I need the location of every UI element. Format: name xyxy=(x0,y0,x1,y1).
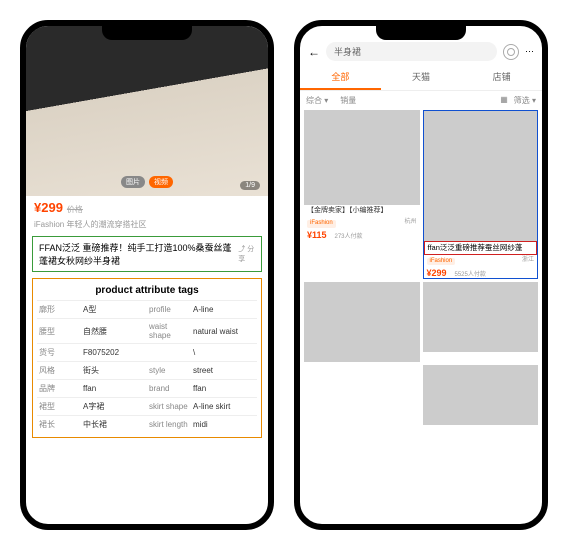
notch xyxy=(102,26,192,40)
result-card-highlighted[interactable]: ffan泛泛重磅推荐蚕丝网纱蓬 iFashion 浙江 ¥299 5525人付款 xyxy=(423,110,539,279)
filter-button[interactable]: 筛选 ▾ xyxy=(514,95,536,106)
attribute-row: 货号F8075202\ xyxy=(37,344,257,362)
result-card[interactable] xyxy=(423,365,539,425)
share-button[interactable]: ⤴ 分享 xyxy=(238,244,255,264)
image-counter: 1/9 xyxy=(240,181,260,190)
ifashion-badge: iFashion xyxy=(307,220,336,227)
card-image xyxy=(304,110,420,205)
attribute-row: 廓形A型profileA-line xyxy=(37,301,257,319)
card-location: 杭州 xyxy=(404,219,416,226)
card-image xyxy=(424,111,538,241)
price-row: ¥299 价格 xyxy=(26,196,268,219)
tab-all[interactable]: 全部 xyxy=(300,65,381,90)
results-grid: 【金牌卖家】【小编推荐】 iFashion 杭州 ¥115 273人付款 ffan… xyxy=(300,110,542,429)
camera-icon[interactable] xyxy=(503,44,519,60)
search-input[interactable]: 半身裙 xyxy=(326,42,497,61)
scope-tabs: 全部 天猫 店铺 xyxy=(300,65,542,91)
tab-stores[interactable]: 店铺 xyxy=(461,65,542,90)
sort-comprehensive[interactable]: 综合 ▾ xyxy=(306,95,328,106)
card-price: ¥299 xyxy=(424,268,450,278)
result-card[interactable]: 【金牌卖家】【小编推荐】 iFashion 杭州 ¥115 273人付款 xyxy=(304,110,420,279)
attribute-row: 腰型自然腰waist shapenatural waist xyxy=(37,319,257,344)
hero-image[interactable]: 图片 视频 1/9 xyxy=(26,26,268,196)
search-results-screen: ← 半身裙 ⋯ 全部 天猫 店铺 综合 ▾ 销量 ▦ 筛选 ▾ 【金牌卖家】【小… xyxy=(300,26,542,524)
attributes-table: 廓形A型profileA-line腰型自然腰waist shapenatural… xyxy=(37,300,257,433)
more-icon[interactable]: ⋯ xyxy=(525,46,534,57)
product-title: FFAN泛泛 重磅推荐！纯手工打造100%桑蚕丝蓬蓬裙女秋网纱半身裙 xyxy=(39,241,238,267)
tab-tmall[interactable]: 天猫 xyxy=(381,65,462,90)
notch xyxy=(376,26,466,40)
sort-row: 综合 ▾ 销量 ▦ 筛选 ▾ xyxy=(300,91,542,110)
card-title: 【金牌卖家】【小编推荐】 xyxy=(304,205,420,217)
ifashion-badge: iFashion xyxy=(427,258,456,265)
card-location: 浙江 xyxy=(522,257,534,264)
sort-sales[interactable]: 销量 xyxy=(340,95,356,106)
card-image xyxy=(423,282,539,352)
price: ¥299 xyxy=(34,200,63,215)
attribute-row: 裙长中长裙skirt lengthmidi xyxy=(37,416,257,434)
media-pill-video[interactable]: 视频 xyxy=(149,176,173,188)
card-image xyxy=(423,365,539,425)
phone-left: 图片 视频 1/9 ¥299 价格 iFashion 年轻人的潮流穿搭社区 FF… xyxy=(20,20,274,530)
card-sold: 5525人付款 xyxy=(451,272,488,281)
media-pill-image[interactable]: 图片 xyxy=(121,176,145,188)
result-card[interactable] xyxy=(423,282,539,362)
attributes-heading: product attribute tags xyxy=(37,285,257,296)
attribute-row: 品牌ffanbrandffan xyxy=(37,380,257,398)
card-title-highlighted: ffan泛泛重磅推荐蚕丝网纱蓬 xyxy=(424,241,538,255)
media-toggle[interactable]: 图片 视频 xyxy=(121,176,173,188)
result-card[interactable] xyxy=(304,282,420,362)
community-tag[interactable]: iFashion 年轻人的潮流穿搭社区 xyxy=(26,219,268,234)
original-price: 价格 xyxy=(67,204,83,215)
attributes-highlight-box: product attribute tags 廓形A型profileA-line… xyxy=(32,278,262,438)
attribute-row: 裙型A字裙skirt shapeA-line skirt xyxy=(37,398,257,416)
card-sold: 273人付款 xyxy=(331,234,365,243)
attribute-row: 风格街头stylestreet xyxy=(37,362,257,380)
card-price: ¥115 xyxy=(304,230,330,240)
back-icon[interactable]: ← xyxy=(308,45,320,59)
title-highlight-box: FFAN泛泛 重磅推荐！纯手工打造100%桑蚕丝蓬蓬裙女秋网纱半身裙 ⤴ 分享 xyxy=(32,236,262,272)
layout-grid-icon[interactable]: ▦ xyxy=(500,95,508,106)
product-detail-screen: 图片 视频 1/9 ¥299 价格 iFashion 年轻人的潮流穿搭社区 FF… xyxy=(26,26,268,524)
phone-right: ← 半身裙 ⋯ 全部 天猫 店铺 综合 ▾ 销量 ▦ 筛选 ▾ 【金牌卖家】【小… xyxy=(294,20,548,530)
card-image xyxy=(304,282,420,362)
